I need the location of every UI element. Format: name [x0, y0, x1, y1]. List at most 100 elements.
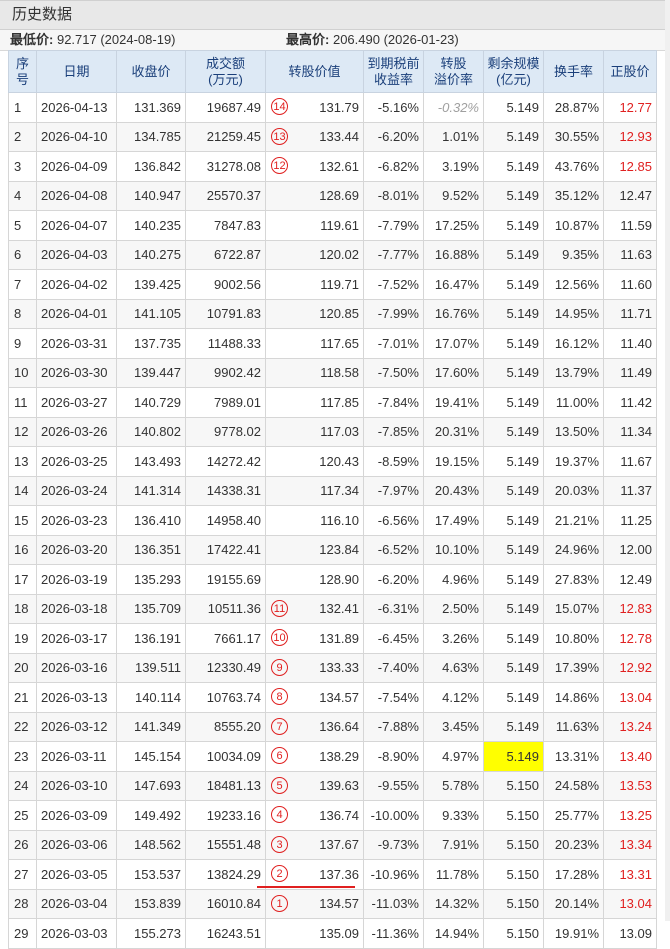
table-row[interactable]: 22 2026-03-12 141.349 8555.20 7 136.64 -7.88% 3… [8, 711, 657, 742]
ytm-cell-value: -6.45% [377, 630, 419, 646]
table-row[interactable]: 20 2026-03-16 139.511 12330.49 9 133.33 -7.40%… [8, 652, 657, 683]
amount-cell-value: 31278.08 [206, 158, 261, 174]
stock-price-cell-value: 13.09 [619, 925, 652, 941]
date-cell: 2026-03-10 [36, 770, 117, 801]
seq-cell: 2 [8, 121, 37, 152]
table-row[interactable]: 26 2026-03-06 148.562 15551.48 3 137.67 -9.73%… [8, 829, 657, 860]
turnover-cell: 11.63% [543, 711, 604, 742]
turnover-cell: 24.58% [543, 770, 604, 801]
amount-cell: 15551.48 [185, 829, 266, 860]
header-turnover[interactable]: 换手率 [543, 50, 604, 93]
remain-cell-value: 5.149 [506, 483, 539, 499]
premium-cell-value: 19.15% [434, 453, 479, 469]
stock-price-cell-value: 12.92 [619, 660, 652, 676]
table-row[interactable]: 4 2026-04-08 140.947 25570.37 128.69 -8.01% 9.… [8, 180, 657, 211]
turnover-cell-value: 27.83% [554, 571, 599, 587]
header-ytm[interactable]: 到期税前 收益率 [363, 50, 424, 93]
stock-price-cell: 11.37 [603, 475, 657, 506]
close-cell-value: 136.351 [134, 542, 181, 558]
history-data-panel: 历史数据 最低价: 92.717 (2024-08-19) 最高价: 206.4… [0, 0, 670, 949]
premium-cell-value: 14.32% [434, 896, 479, 912]
ytm-cell: -8.59% [363, 446, 424, 477]
table-row[interactable]: 18 2026-03-18 135.709 10511.36 11 132.41 -6.31… [8, 593, 657, 624]
stock-price-cell: 11.63 [603, 239, 657, 270]
close-cell-value: 131.369 [134, 99, 181, 115]
table-row[interactable]: 28 2026-03-04 153.839 16010.84 1 134.57 -11.03… [8, 888, 657, 919]
table-row[interactable]: 3 2026-04-09 136.842 31278.08 12 132.61 -6.82%… [8, 151, 657, 182]
amount-cell: 7989.01 [185, 387, 266, 418]
ytm-cell: -7.84% [363, 387, 424, 418]
seq-cell: 8 [8, 298, 37, 329]
stock-price-cell: 13.25 [603, 800, 657, 831]
remain-cell: 5.150 [483, 770, 544, 801]
stock-price-cell-value: 13.53 [619, 778, 652, 794]
table-row[interactable]: 27 2026-03-05 153.537 13824.29 2 137.36 -10.96… [8, 859, 657, 890]
table-row[interactable]: 9 2026-03-31 137.735 11488.33 117.65 -7.01% 17… [8, 328, 657, 359]
stock-price-cell-value: 11.25 [620, 512, 652, 528]
table-row[interactable]: 23 2026-03-11 145.154 10034.09 6 138.29 -8.90%… [8, 741, 657, 772]
premium-cell: 1.01% [423, 121, 484, 152]
ytm-cell-value: -5.16% [377, 99, 419, 115]
premium-cell: 10.10% [423, 534, 484, 565]
header-conv-value[interactable]: 转股价值 [265, 50, 364, 93]
seq-cell-value: 13 [14, 453, 29, 469]
header-close[interactable]: 收盘价 [116, 50, 186, 93]
table-row[interactable]: 1 2026-04-13 131.369 19687.49 14 131.79 -5.16%… [8, 92, 657, 123]
close-cell: 137.735 [116, 328, 186, 359]
remain-cell: 5.149 [483, 298, 544, 329]
scrollbar[interactable] [665, 0, 670, 921]
conv-value-cell: 10 131.89 [265, 623, 364, 654]
table-row[interactable]: 10 2026-03-30 139.447 9902.42 118.58 -7.50% 17… [8, 357, 657, 388]
close-cell: 139.447 [116, 357, 186, 388]
ytm-cell-value: -10.96% [370, 866, 419, 882]
amount-cell-value: 10791.83 [206, 306, 261, 322]
table-row[interactable]: 16 2026-03-20 136.351 17422.41 123.84 -6.52% 1… [8, 534, 657, 565]
amount-cell-value: 18481.13 [206, 778, 261, 794]
ytm-cell: -6.20% [363, 564, 424, 595]
header-remain[interactable]: 剩余规模 (亿元) [483, 50, 544, 93]
close-cell: 141.314 [116, 475, 186, 506]
header-premium[interactable]: 转股 溢价率 [423, 50, 484, 93]
header-date[interactable]: 日期 [36, 50, 117, 93]
date-cell-value: 2026-03-12 [41, 719, 108, 735]
table-row[interactable]: 17 2026-03-19 135.293 19155.69 128.90 -6.20% 4… [8, 564, 657, 595]
table-row[interactable]: 6 2026-04-03 140.275 6722.87 120.02 -7.77% 16.… [8, 239, 657, 270]
seq-cell: 17 [8, 564, 37, 595]
table-row[interactable]: 25 2026-03-09 149.492 19233.16 4 136.74 -10.00… [8, 800, 657, 831]
close-cell-value: 147.693 [134, 778, 181, 794]
row-underline-marker [257, 886, 355, 888]
amount-cell: 10511.36 [185, 593, 266, 624]
turnover-cell: 19.91% [543, 918, 604, 949]
amount-cell-value: 21259.45 [206, 129, 261, 145]
seq-cell: 27 [8, 859, 37, 890]
table-row[interactable]: 19 2026-03-17 136.191 7661.17 10 131.89 -6.45%… [8, 623, 657, 654]
ytm-cell: -11.36% [363, 918, 424, 949]
table-row[interactable]: 11 2026-03-27 140.729 7989.01 117.85 -7.84% 19… [8, 387, 657, 418]
table-row[interactable]: 29 2026-03-03 155.273 16243.51 135.09 -11.36%… [8, 918, 657, 949]
header-seq[interactable]: 序号 [8, 50, 37, 93]
date-cell-value: 2026-03-03 [41, 925, 108, 941]
table-row[interactable]: 2 2026-04-10 134.785 21259.45 13 133.44 -6.20%… [8, 121, 657, 152]
header-amount[interactable]: 成交额 (万元) [185, 50, 266, 93]
premium-cell: 9.52% [423, 180, 484, 211]
remain-cell-value: 5.149 [506, 748, 539, 764]
table-row[interactable]: 21 2026-03-13 140.114 10763.74 8 134.57 -7.54%… [8, 682, 657, 713]
table-row[interactable]: 12 2026-03-26 140.802 9778.02 117.03 -7.85% 20… [8, 416, 657, 447]
table-row[interactable]: 5 2026-04-07 140.235 7847.83 119.61 -7.79% 17.… [8, 210, 657, 241]
table-row[interactable]: 13 2026-03-25 143.493 14272.42 120.43 -8.59% 1… [8, 446, 657, 477]
table-row[interactable]: 15 2026-03-23 136.410 14958.40 116.10 -6.56% 1… [8, 505, 657, 536]
turnover-cell-value: 17.39% [554, 660, 599, 676]
table-row[interactable]: 24 2026-03-10 147.693 18481.13 5 139.63 -9.55%… [8, 770, 657, 801]
table-row[interactable]: 7 2026-04-02 139.425 9002.56 119.71 -7.52% 16.… [8, 269, 657, 300]
conv-value-cell-value: 119.71 [320, 276, 359, 292]
header-label-line: 成交额 [205, 55, 245, 71]
header-stock-price[interactable]: 正股价 [603, 50, 657, 93]
circled-number-marker: 12 [271, 157, 288, 174]
date-cell: 2026-04-08 [36, 180, 117, 211]
stock-price-cell: 11.25 [603, 505, 657, 536]
table-row[interactable]: 14 2026-03-24 141.314 14338.31 117.34 -7.97% 2… [8, 475, 657, 506]
stock-price-cell-value: 13.34 [619, 837, 652, 853]
amount-cell: 31278.08 [185, 151, 266, 182]
amount-cell-value: 9902.42 [214, 365, 261, 381]
table-row[interactable]: 8 2026-04-01 141.105 10791.83 120.85 -7.99% 16… [8, 298, 657, 329]
